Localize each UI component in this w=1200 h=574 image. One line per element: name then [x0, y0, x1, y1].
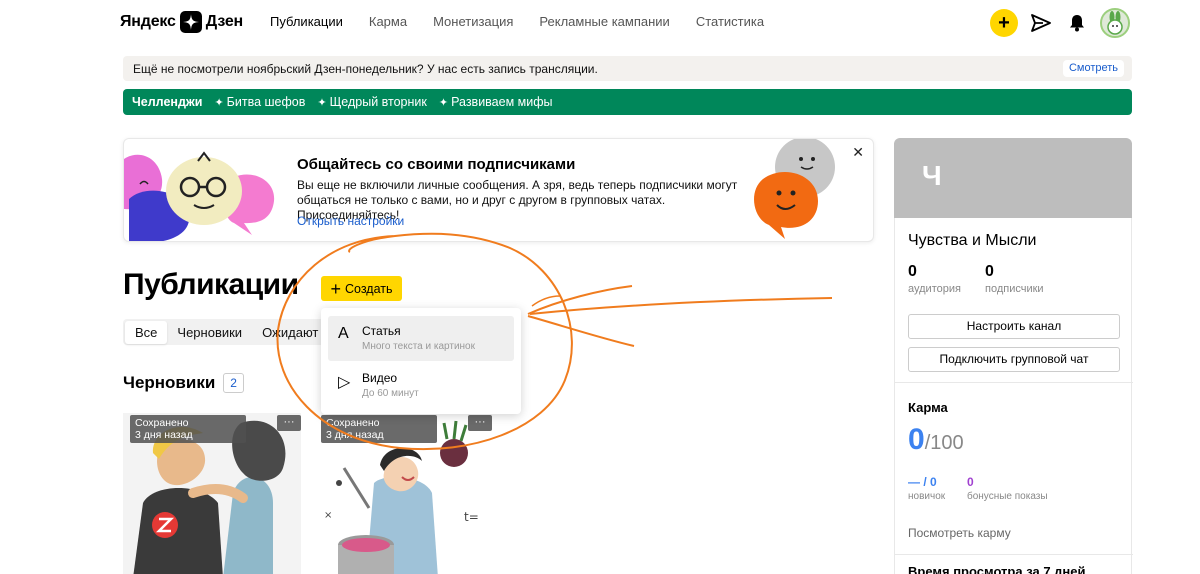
nav-publications[interactable]: Публикации [270, 14, 343, 29]
create-button[interactable]: + Создать [321, 276, 402, 301]
logo-text-zen: Дзен [205, 13, 244, 30]
sparkle-icon: ✦ [438, 97, 449, 109]
menu-item-subtitle: До 60 минут [362, 388, 419, 399]
nav-karma[interactable]: Карма [369, 14, 407, 29]
notice-bar: Ещё не посмотрели ноябрьский Дзен-понеде… [123, 56, 1132, 81]
draft-status: Сохранено [135, 417, 189, 429]
configure-channel-button[interactable]: Настроить канал [908, 314, 1120, 339]
karma-score: 0 [908, 423, 925, 456]
stat-label: аудитория [908, 283, 961, 295]
challenge-item-myths[interactable]: ✦ Развиваем мифы [439, 95, 553, 109]
messages-promo-card: Общайтесь со своими подписчиками Вы еще … [123, 138, 874, 242]
karma-bonus-value: 0 [967, 475, 974, 489]
connect-group-chat-button[interactable]: Подключить групповой чат [908, 347, 1120, 372]
challenge-label: Развиваем мифы [451, 95, 553, 109]
user-avatar[interactable] [1100, 8, 1130, 38]
drafts-section-title: Черновики 2 [123, 373, 244, 393]
promo-illustration-right [754, 139, 835, 239]
challenges-title[interactable]: Челленджи [132, 95, 202, 109]
create-button-label: Создать [345, 281, 393, 296]
play-icon: ▷ [338, 374, 351, 391]
channel-panel: Чувства и Мысли 0 аудитория 0 подписчики… [894, 218, 1133, 574]
karma-bonus-label: бонусные показы [967, 491, 1048, 502]
add-icon[interactable]: + [990, 9, 1018, 37]
karma-level: — / 0 новичок [908, 475, 945, 502]
view-karma-link[interactable]: Посмотреть карму [908, 526, 1011, 540]
karma-title: Карма [908, 400, 948, 415]
karma-level-value: — / 0 [908, 475, 937, 489]
karma-max: /100 [924, 432, 964, 454]
sparkle-icon: ✦ [317, 97, 327, 109]
promo-title: Общайтесь со своими подписчиками [297, 156, 576, 173]
challenge-item-generous-tuesday[interactable]: ✦ Щедрый вторник [317, 95, 427, 109]
challenges-bar: Челленджи ✦ Битва шефов ✦ Щедрый вторник ✦… [123, 89, 1132, 115]
view-time-title: Время просмотра за 7 дней [908, 564, 1086, 574]
open-settings-link[interactable]: Открыть настройки [297, 214, 404, 228]
draft-status: Сохранено [326, 417, 380, 429]
challenge-item-chef-battle[interactable]: ✦ Битва шефов [214, 95, 305, 109]
nav-monetization[interactable]: Монетизация [433, 14, 513, 29]
stat-value: 0 [985, 263, 994, 280]
top-header: Яндекс Дзен Публикации Карма Монетизация… [0, 0, 1200, 46]
drafts-title: Черновики [123, 373, 216, 392]
notice-text: Ещё не посмотрели ноябрьский Дзен-понеде… [133, 61, 598, 76]
divider [895, 382, 1133, 383]
challenge-label: Битва шефов [226, 95, 306, 109]
zen-logo-icon [179, 11, 202, 33]
menu-item-article[interactable]: A Статья Много текста и картинок [328, 316, 514, 361]
draft-status-label: Сохранено 3 дня назад [321, 415, 437, 443]
karma-value: 0/100 [908, 423, 964, 457]
menu-item-title: Статья [362, 324, 401, 338]
create-dropdown-menu: A Статья Много текста и картинок ▷ Видео… [321, 308, 521, 414]
promo-illustration-left [124, 151, 275, 241]
tab-drafts[interactable]: Черновики [167, 321, 252, 344]
drafts-count-badge[interactable]: 2 [223, 373, 244, 393]
channel-cover: Ч [894, 138, 1132, 218]
logo-text-yandex: Яндекс [120, 13, 176, 30]
svg-text:t=: t= [464, 510, 479, 524]
plus-icon: + [330, 278, 341, 299]
sparkle-icon: ✦ [214, 97, 224, 109]
nav-ad-campaigns[interactable]: Рекламные кампании [539, 14, 669, 29]
stat-audience: 0 аудитория [908, 263, 961, 295]
karma-bonus: 0 бонусные показы [967, 475, 1048, 502]
menu-item-video[interactable]: ▷ Видео До 60 минут [328, 363, 514, 408]
nav-statistics[interactable]: Статистика [696, 14, 764, 29]
yandex-zen-logo[interactable]: Яндекс Дзен [120, 11, 243, 33]
stat-label: подписчики [985, 283, 1044, 295]
menu-item-title: Видео [362, 371, 398, 385]
challenge-label: Щедрый вторник [329, 95, 427, 109]
more-options-icon[interactable]: ··· [468, 415, 492, 431]
tab-all[interactable]: Все [125, 320, 168, 344]
publication-tabs: Все Черновики Ожидают п [123, 319, 342, 345]
draft-status-label: Сохранено 3 дня назад [130, 415, 246, 443]
stat-subscribers: 0 подписчики [985, 263, 1044, 295]
channel-name: Чувства и Мысли [908, 232, 1037, 249]
draft-time: 3 дня назад [326, 429, 384, 441]
watch-button[interactable]: Смотреть [1062, 60, 1124, 77]
channel-avatar-initial: Ч [922, 160, 942, 191]
stat-value: 0 [908, 263, 917, 280]
menu-item-subtitle: Много текста и картинок [362, 341, 475, 352]
article-icon: A [338, 325, 349, 342]
draft-card[interactable]: Сохранено 3 дня назад ··· [123, 413, 301, 574]
close-icon[interactable]: ✕ [852, 144, 864, 161]
header-actions: + [990, 8, 1130, 38]
main-nav: Публикации Карма Монетизация Рекламные к… [270, 14, 764, 29]
divider [895, 554, 1133, 555]
bell-icon[interactable] [1064, 10, 1090, 36]
svg-text:×: × [324, 510, 332, 521]
draft-card[interactable]: t= × Сохранено 3 дня назад ··· [314, 413, 492, 574]
more-options-icon[interactable]: ··· [277, 415, 301, 431]
send-message-icon[interactable] [1028, 10, 1054, 36]
draft-time: 3 дня назад [135, 429, 193, 441]
karma-level-label: новичок [908, 491, 946, 502]
page-title: Публикации [123, 268, 299, 301]
